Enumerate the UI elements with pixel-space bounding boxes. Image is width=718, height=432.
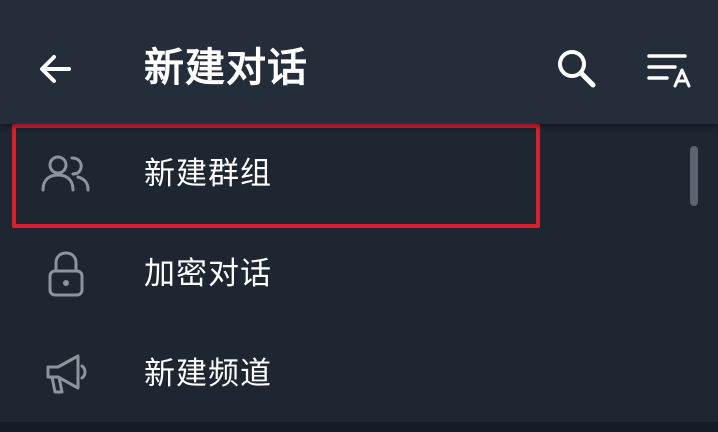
page-title: 新建对话	[144, 45, 308, 91]
list-bottom-divider	[0, 422, 718, 432]
menu-item-label: 加密对话	[144, 256, 272, 292]
menu-list: 新建群组 加密对话 新建频道	[0, 124, 718, 432]
menu-item-secret-chat[interactable]: 加密对话	[0, 224, 680, 324]
scrollbar[interactable]	[690, 146, 698, 206]
lock-icon	[38, 248, 94, 300]
users-icon	[38, 148, 94, 200]
new-chat-screen: 新建对话 新建群组 加密对话 新建频道	[0, 0, 718, 432]
search-button[interactable]	[550, 42, 602, 94]
back-button[interactable]	[30, 44, 80, 94]
app-header: 新建对话	[0, 0, 718, 124]
megaphone-icon	[38, 348, 94, 400]
menu-item-new-group[interactable]: 新建群组	[0, 124, 680, 224]
sort-button[interactable]	[644, 44, 696, 92]
search-icon	[558, 50, 596, 88]
arrow-left-icon	[40, 55, 71, 83]
menu-item-label: 新建频道	[144, 356, 272, 392]
menu-item-new-channel[interactable]: 新建频道	[0, 324, 680, 424]
menu-item-label: 新建群组	[144, 156, 272, 192]
sort-alphabet-icon	[647, 54, 691, 88]
